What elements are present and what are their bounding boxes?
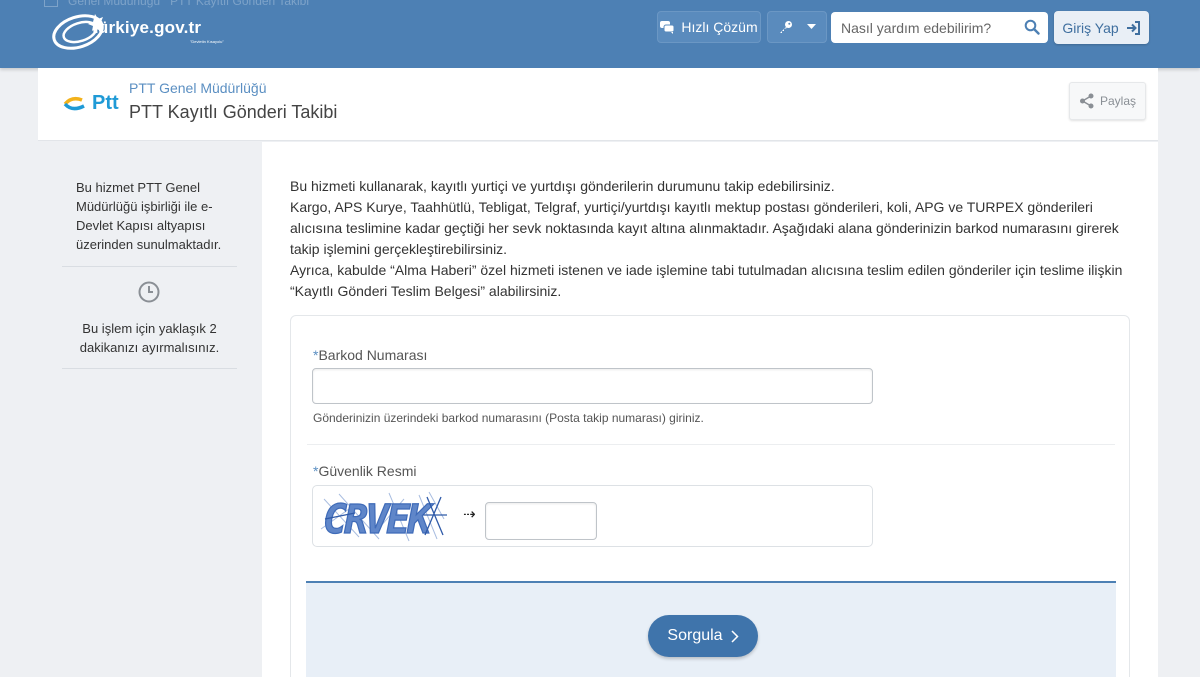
estimated-time: Bu işlem için yaklaşık 2 dakikanızı ayır… — [79, 321, 220, 355]
chat-icon — [660, 20, 675, 34]
home-icon[interactable] — [44, 0, 58, 7]
ptt-logo-text: Ptt — [92, 92, 119, 114]
search-box[interactable]: Nasıl yardım edebilirim? — [831, 12, 1048, 43]
top-header: Genel Müdürlüğü PTT Kayıtlı Gönderi Taki… — [0, 0, 1200, 68]
search-input[interactable]: Nasıl yardım edebilirim? — [841, 20, 991, 36]
logo-text: türkiye.gov.tr — [92, 18, 202, 37]
page-title: PTT Kayıtlı Gönderi Takibi — [129, 102, 338, 122]
logo-subtext: "Devletin Kısayolu" — [190, 39, 224, 44]
form-actions: Sorgula — [306, 581, 1116, 677]
barcode-input[interactable] — [312, 368, 873, 404]
arrow-right-icon: ⇢ — [463, 506, 476, 523]
main-content: Bu hizmeti kullanarak, kayıtlı yurtiçi v… — [262, 142, 1158, 677]
quick-solution-button[interactable]: Hızlı Çözüm — [657, 11, 761, 43]
submit-query-button[interactable]: Sorgula — [648, 615, 758, 657]
ptt-logo-icon — [63, 96, 85, 111]
service-provider-info: Bu hizmet PTT Genel Müdürlüğü işbirliği … — [76, 180, 222, 252]
key-menu-button[interactable] — [767, 11, 827, 43]
chevron-right-icon — [731, 629, 739, 643]
intro-paragraph: Ayrıca, kabulde “Alma Haberi” özel hizme… — [290, 262, 1123, 299]
organization-link[interactable]: PTT Genel Müdürlüğü — [129, 80, 266, 96]
barcode-label: *Barkod Numarası — [313, 347, 427, 363]
captcha-image: CRVEK — [320, 491, 447, 544]
intro-text: Bu hizmeti kullanarak, kayıtlı yurtiçi v… — [290, 176, 1135, 302]
divider — [62, 266, 237, 267]
intro-paragraph: Kargo, APS Kurye, Taahhütlü, Tebligat, T… — [290, 199, 1119, 257]
chevron-down-icon — [806, 24, 816, 29]
breadcrumb-item[interactable]: PTT Kayıtlı Gönderi Takibi — [170, 0, 309, 8]
login-button[interactable]: Giriş Yap — [1054, 11, 1149, 44]
search-icon[interactable] — [1024, 19, 1040, 35]
ptt-logo: Ptt — [62, 92, 124, 116]
login-label: Giriş Yap — [1062, 19, 1119, 36]
service-header: Ptt PTT Genel Müdürlüğü PTT Kayıtlı Gönd… — [38, 68, 1158, 141]
captcha-box: CRVEK ⇢ — [312, 485, 873, 547]
sign-in-icon — [1126, 20, 1140, 35]
captcha-text: CRVEK — [323, 497, 434, 543]
barcode-hint: Gönderinizin üzerindeki barkod numarasın… — [313, 411, 704, 425]
captcha-input[interactable] — [485, 502, 597, 540]
barcode-label-text: Barkod Numarası — [318, 347, 428, 363]
submit-label: Sorgula — [667, 627, 723, 644]
share-label: Paylaş — [1099, 94, 1137, 108]
turkiye-gov-logo[interactable]: türkiye.gov.tr "Devletin Kısayolu" — [50, 8, 240, 54]
captcha-label-text: Güvenlik Resmi — [318, 463, 417, 479]
clock-icon — [138, 281, 160, 303]
breadcrumb: Genel Müdürlüğü PTT Kayıtlı Gönderi Taki… — [44, 0, 309, 8]
divider — [307, 444, 1115, 445]
share-icon — [1079, 93, 1094, 109]
breadcrumb-item[interactable]: Genel Müdürlüğü — [68, 0, 160, 8]
key-icon — [779, 21, 792, 33]
sidebar: Bu hizmet PTT Genel Müdürlüğü işbirliği … — [38, 142, 261, 677]
quick-solution-label: Hızlı Çözüm — [681, 19, 758, 35]
captcha-label: *Güvenlik Resmi — [313, 463, 416, 479]
share-button[interactable]: Paylaş — [1069, 82, 1146, 120]
tracking-form: *Barkod Numarası Gönderinizin üzerindeki… — [290, 315, 1130, 677]
divider — [62, 368, 237, 369]
intro-paragraph: Bu hizmeti kullanarak, kayıtlı yurtiçi v… — [290, 178, 835, 194]
